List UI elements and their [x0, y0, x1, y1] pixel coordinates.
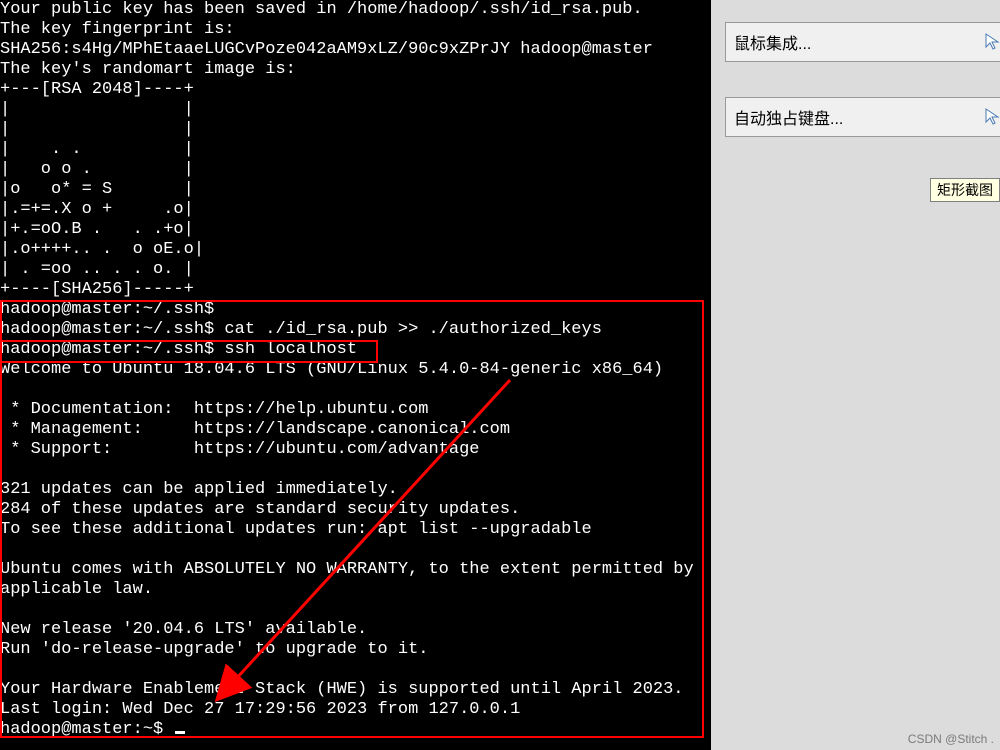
snip-tooltip-label: 矩形截图	[937, 182, 993, 198]
vm-side-panel: 鼠标集成... 自动独占键盘... 矩形截图	[711, 0, 1000, 750]
pointer-icon	[984, 32, 1000, 50]
cursor	[175, 731, 185, 734]
terminal-prompt: hadoop@master:~$	[0, 720, 711, 740]
pointer-icon	[984, 107, 1000, 125]
mouse-integration-label: 鼠标集成...	[734, 30, 811, 54]
mouse-integration-button[interactable]: 鼠标集成...	[725, 22, 1000, 62]
snip-tooltip: 矩形截图	[930, 178, 1000, 202]
root: Your public key has been saved in /home/…	[0, 0, 1000, 750]
watermark-text: CSDN @Stitch .	[908, 732, 994, 746]
auto-capture-keyboard-label: 自动独占键盘...	[734, 105, 843, 129]
watermark: CSDN @Stitch .	[908, 732, 994, 746]
prompt-text: hadoop@master:~$	[0, 720, 173, 739]
auto-capture-keyboard-button[interactable]: 自动独占键盘...	[725, 97, 1000, 137]
terminal-window[interactable]: Your public key has been saved in /home/…	[0, 0, 711, 750]
terminal-output: Your public key has been saved in /home/…	[0, 0, 711, 720]
